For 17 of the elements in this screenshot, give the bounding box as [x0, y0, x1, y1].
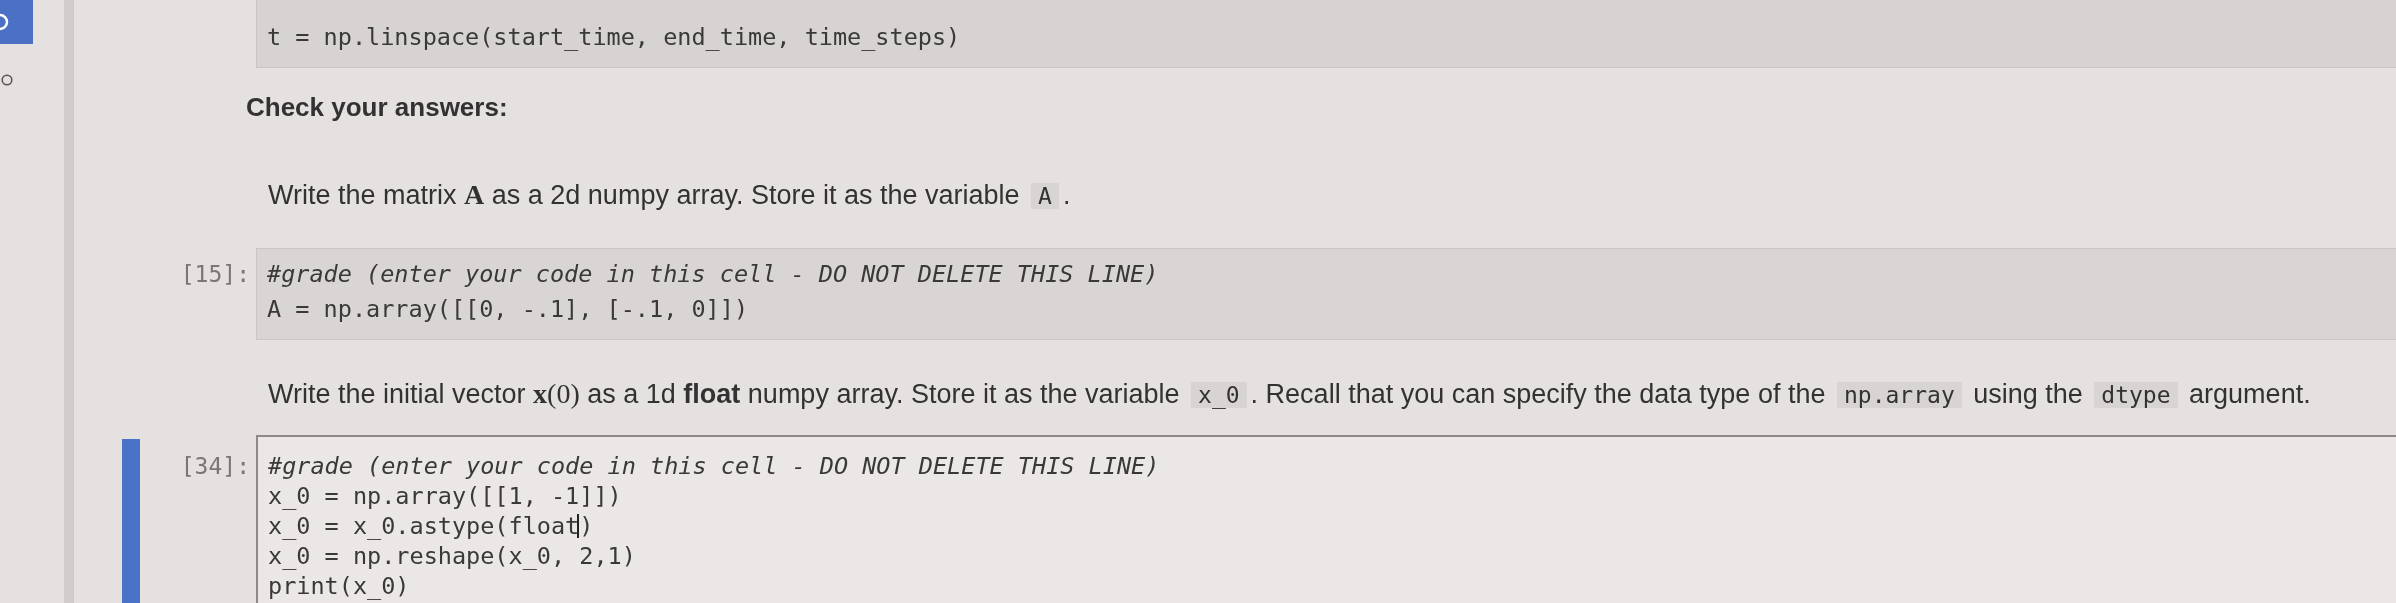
instruction-text: Write the initial vector x(0) as a 1d float numpy array. Store it as the variable x_0 . Recall that you can specify the data type of the np.array using the dtype argument.	[268, 377, 2311, 411]
section-heading: Check your answers:	[246, 91, 508, 124]
code-line: #grade (enter your code in this cell - DO NOT DELETE THIS LINE)	[267, 259, 1159, 290]
code-line: #grade (enter your code in this cell - DO NOT DELETE THIS LINE)	[268, 451, 1160, 481]
cell-prompt: [15]:	[180, 260, 250, 289]
code-line: A = np.array([[0, -.1], [-.1, 0]])	[267, 294, 749, 325]
instruction-text: Write the matrix A as a 2d numpy array. Store it as the variable A .	[268, 178, 1071, 212]
ring-icon	[1, 74, 13, 86]
sidebar-tab[interactable]	[0, 0, 33, 44]
code-line: x_0 = np.array([[1, -1]])	[268, 481, 622, 511]
code-line: t = np.linspace(start_time, end_time, time_steps)	[267, 22, 961, 53]
ring-icon	[0, 13, 9, 31]
code-editor-field[interactable]: t = np.linspace(start_time, end_time, time_steps)	[256, 0, 2396, 68]
cell-prompt: [34]:	[180, 452, 250, 481]
code-line: x_0 = np.reshape(x_0, 2,1)	[268, 541, 636, 571]
code-editor-field[interactable]: #grade (enter your code in this cell - DO NOT DELETE THIS LINE) A = np.array([[0, -.1], [-.1, 0]])	[256, 248, 2396, 340]
code-line: print(x_0)	[268, 571, 410, 601]
